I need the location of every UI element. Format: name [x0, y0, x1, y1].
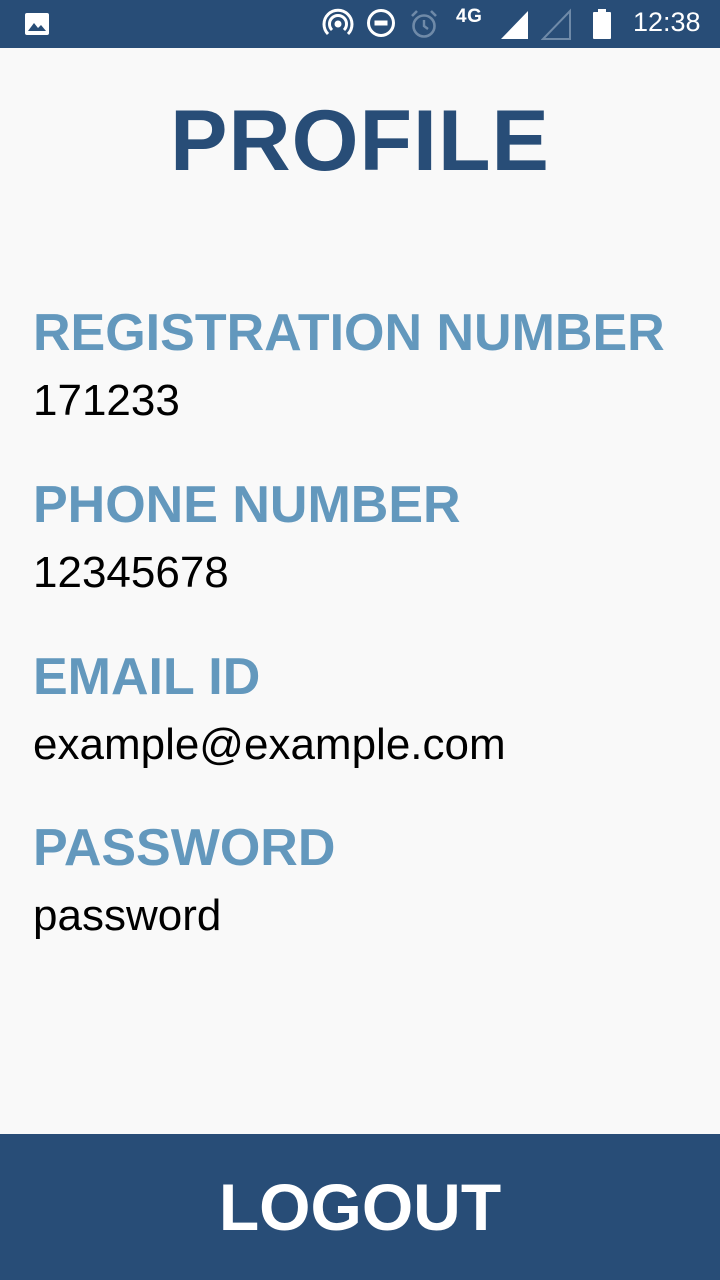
profile-screen: 4G 12:38 PROFILE REGISTRATION NUMBER 171…: [0, 0, 720, 1280]
signal-weak-icon: [541, 8, 571, 40]
phone-number-label: PHONE NUMBER: [33, 476, 461, 534]
battery-icon: [593, 9, 611, 39]
logout-button[interactable]: LOGOUT: [0, 1134, 720, 1280]
page-title: PROFILE: [170, 93, 550, 189]
email-id-field: EMAIL ID example@example.com: [33, 647, 693, 773]
alarm-icon: [411, 10, 437, 38]
registration-number-value: 171233: [33, 376, 180, 425]
phone-number-value: 12345678: [33, 548, 229, 597]
email-id-label: EMAIL ID: [33, 648, 261, 706]
phone-number-field: PHONE NUMBER 12345678: [33, 475, 693, 601]
hotspot-icon: [322, 8, 354, 36]
password-field: PASSWORD password: [33, 818, 693, 944]
signal-icon: [501, 11, 528, 39]
do-not-disturb-icon: [367, 9, 395, 37]
status-bar: 4G 12:38: [0, 0, 720, 48]
image-icon: [25, 13, 49, 35]
email-id-value: example@example.com: [33, 720, 506, 769]
password-label: PASSWORD: [33, 819, 336, 877]
network-type-label: 4G: [456, 6, 483, 27]
registration-number-label: REGISTRATION NUMBER: [33, 304, 665, 362]
password-value: password: [33, 891, 222, 940]
registration-number-field: REGISTRATION NUMBER 171233: [33, 303, 693, 429]
clock-time: 12:38: [633, 7, 701, 37]
